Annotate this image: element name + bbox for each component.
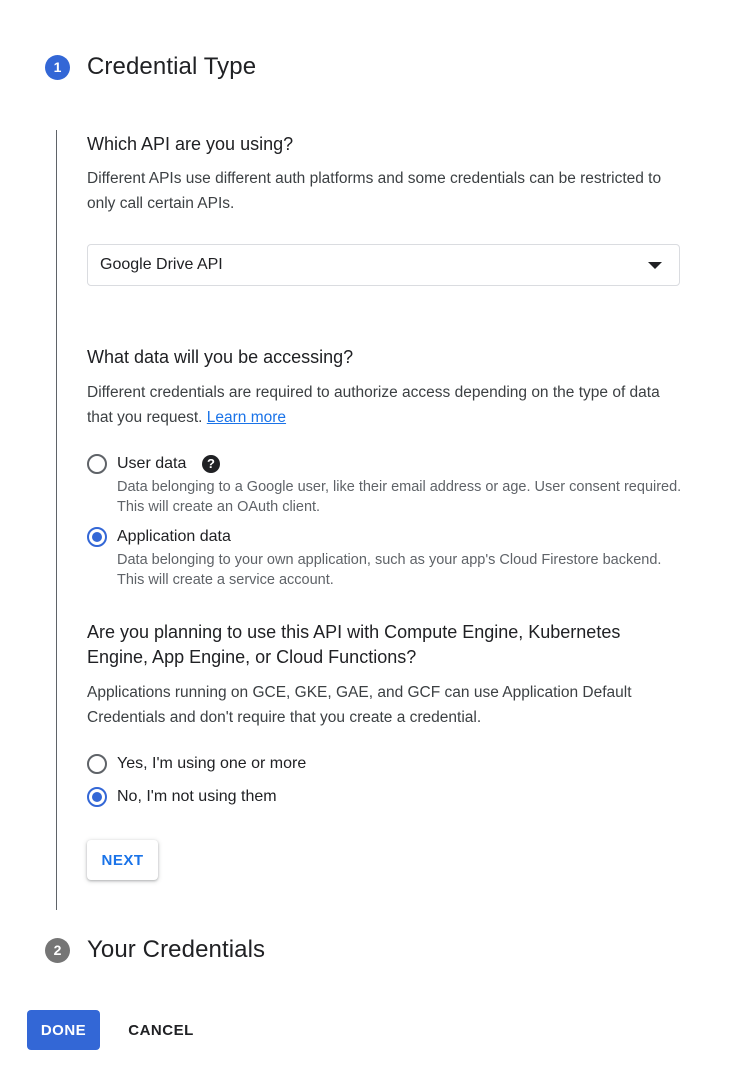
compute-no-label[interactable]: No, I'm not using them [117, 787, 277, 807]
compute-description: Applications running on GCE, GKE, GAE, a… [87, 684, 632, 726]
api-description: Different APIs use different auth platfo… [87, 170, 662, 212]
api-select-value: Google Drive API [100, 256, 223, 273]
api-select[interactable]: Google Drive API [87, 244, 680, 286]
compute-yes-radio[interactable] [87, 754, 107, 774]
user-data-description: Data belonging to a Google user, like th… [117, 479, 682, 515]
next-button[interactable]: NEXT [87, 840, 158, 880]
user-data-radio[interactable] [87, 454, 107, 474]
api-question: Which API are you using? [87, 134, 294, 154]
compute-no-radio[interactable] [87, 787, 107, 807]
application-data-label[interactable]: Application data [117, 527, 231, 547]
help-icon[interactable]: ? [202, 455, 220, 473]
application-data-description: Data belonging to your own application, … [117, 552, 662, 588]
user-data-label[interactable]: User data [117, 454, 186, 474]
step-connector-line [56, 130, 57, 910]
data-description: Different credentials are required to au… [87, 384, 660, 426]
compute-yes-label[interactable]: Yes, I'm using one or more [117, 754, 306, 774]
cancel-button[interactable]: CANCEL [118, 1010, 204, 1050]
step-2-header[interactable]: 2 Your Credentials [45, 936, 265, 964]
data-question: What data will you be accessing? [87, 347, 354, 367]
compute-question: Are you planning to use this API with Co… [87, 622, 621, 667]
done-button[interactable]: DONE [27, 1010, 100, 1050]
dropdown-arrow-icon [648, 262, 662, 269]
step-1-title: Credential Type [87, 53, 257, 80]
application-data-radio[interactable] [87, 527, 107, 547]
step-2-title: Your Credentials [87, 936, 266, 963]
step-1-header: 1 Credential Type [45, 53, 256, 81]
step-2-number: 2 [45, 937, 70, 963]
step-1-number: 1 [45, 54, 70, 80]
learn-more-link[interactable]: Learn more [207, 409, 286, 426]
